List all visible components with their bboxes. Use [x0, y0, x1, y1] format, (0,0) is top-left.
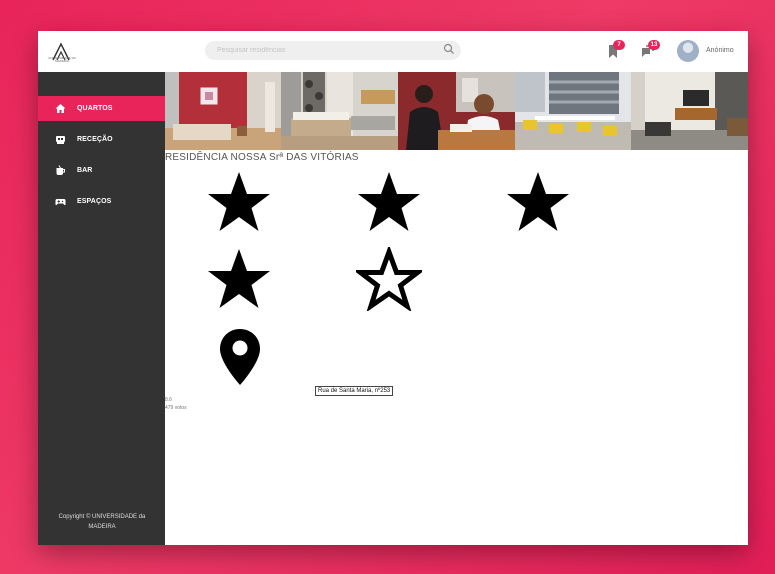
- rating-value: 8.6: [165, 397, 172, 403]
- gallery-photo[interactable]: [515, 72, 631, 150]
- logo-text: UNIVERSIDADE DA MADEIRA: [48, 56, 76, 63]
- gallery-photo[interactable]: [398, 72, 515, 150]
- gallery-photo[interactable]: [631, 72, 748, 150]
- app-window: UNIVERSIDADE DA MADEIRA 7 13 Anónimo QUA…: [38, 31, 748, 545]
- username[interactable]: Anónimo: [706, 47, 734, 54]
- sidebar-item-label: ESPAÇOS: [77, 198, 112, 205]
- sidebar-item-label: BAR: [77, 167, 93, 174]
- search-input[interactable]: [205, 41, 461, 60]
- messages-badge: 13: [648, 40, 660, 50]
- gamepad-icon: [55, 199, 66, 206]
- location-pin-icon[interactable]: [219, 328, 261, 386]
- sidebar: QUARTOS RECEÇÃO BAR ESPAÇOS Copyright © …: [38, 72, 165, 545]
- sidebar-item-bar[interactable]: BAR: [38, 158, 165, 183]
- drink-icon: [56, 165, 65, 175]
- gallery-photo[interactable]: [281, 72, 398, 150]
- photo-gallery: [165, 72, 748, 150]
- address-label: Rua de Santa Maria, nº253: [315, 386, 394, 396]
- star-filled-icon[interactable]: [206, 170, 272, 234]
- top-bar: UNIVERSIDADE DA MADEIRA 7 13 Anónimo: [38, 31, 748, 73]
- sidebar-item-quartos[interactable]: QUARTOS: [38, 96, 165, 121]
- search-icon[interactable]: [443, 43, 455, 55]
- sidebar-item-label: RECEÇÃO: [77, 136, 113, 143]
- sidebar-item-espacos[interactable]: ESPAÇOS: [38, 189, 165, 214]
- reception-icon: [56, 136, 65, 144]
- star-filled-icon[interactable]: [505, 170, 571, 234]
- bookmarks-badge: 7: [613, 40, 625, 50]
- sidebar-item-label: QUARTOS: [77, 105, 113, 112]
- copyright: Copyright © UNIVERSIDADE da MADEIRA: [58, 514, 146, 530]
- residence-title: RESIDÊNCIA NOSSA Srª DAS VITÓRIAS: [165, 152, 359, 163]
- avatar[interactable]: [677, 40, 699, 62]
- star-filled-icon[interactable]: [206, 247, 272, 311]
- star-empty-icon[interactable]: [356, 247, 422, 311]
- home-icon: [55, 104, 66, 113]
- gallery-photo[interactable]: [165, 72, 281, 150]
- votes-count: 479 votos: [165, 405, 187, 411]
- sidebar-item-rececao[interactable]: RECEÇÃO: [38, 127, 165, 152]
- star-filled-icon[interactable]: [356, 170, 422, 234]
